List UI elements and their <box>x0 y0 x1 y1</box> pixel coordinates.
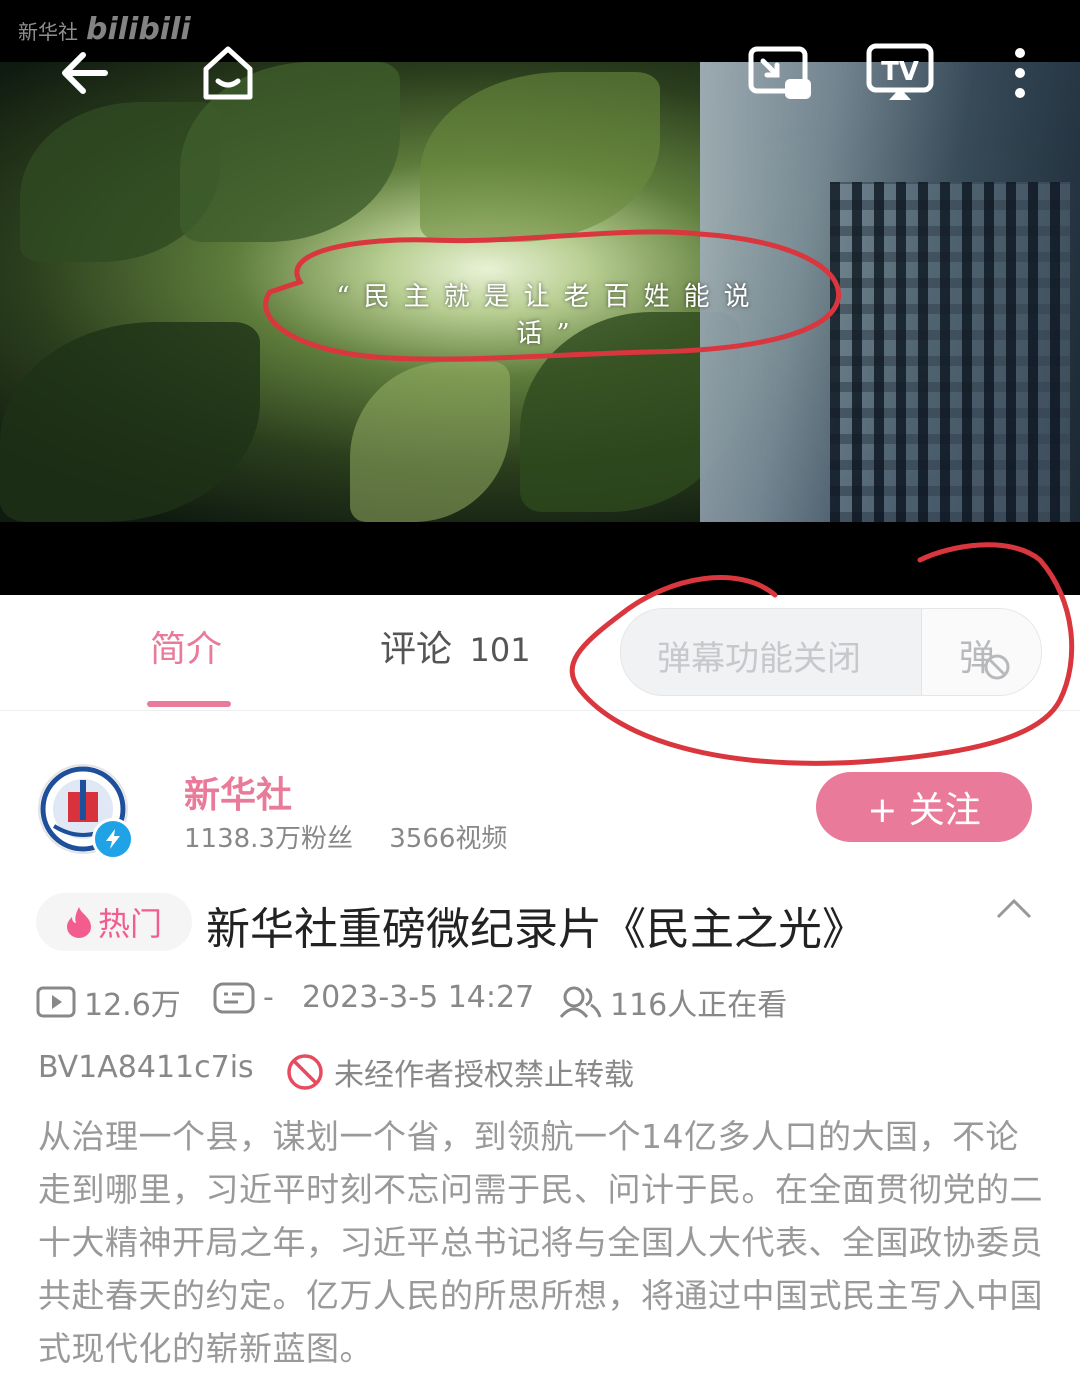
hot-badge-label: 热门 <box>97 905 162 943</box>
tab-comments-count: 101 <box>469 631 531 669</box>
play-count-icon <box>36 986 76 1018</box>
play-count-value: 12.6万 <box>84 988 181 1023</box>
danmaku-input[interactable]: 弹幕功能关闭 弹 <box>620 608 1042 696</box>
watching-icon <box>559 986 602 1018</box>
danmaku-off-icon <box>984 654 1010 680</box>
fans-count: 1138.3万粉丝 <box>184 824 353 854</box>
tab-indicator <box>147 701 231 707</box>
copyright-text: 未经作者授权禁止转载 <box>334 1058 634 1093</box>
verified-icon <box>92 818 134 860</box>
video-player[interactable]: “民主就是让老百姓能说话” 新华社 bilibili TV <box>0 0 1080 595</box>
uploader-name[interactable]: 新华社 <box>184 766 292 818</box>
play-count: 12.6万 <box>36 980 181 1024</box>
danmaku-count: - <box>213 980 274 1015</box>
hot-badge[interactable]: 热门 <box>36 893 192 951</box>
danmaku-count-value: - <box>263 980 274 1015</box>
danmaku-divider <box>921 609 922 695</box>
watching-count: 116人正在看 <box>558 980 787 1024</box>
fire-icon <box>66 907 91 938</box>
copyright-notice: 未经作者授权禁止转载 <box>286 1050 634 1094</box>
chevron-up-icon[interactable] <box>994 895 1034 925</box>
follow-button[interactable]: + 关注 <box>816 772 1032 842</box>
watching-count-value: 116人正在看 <box>610 988 788 1023</box>
home-icon[interactable] <box>193 38 263 108</box>
video-subtitle: “民主就是让老百姓能说话” <box>336 282 764 349</box>
back-arrow-icon[interactable] <box>50 38 120 108</box>
forbid-icon <box>287 1054 323 1090</box>
uploader-stats: 1138.3万粉丝 3566视频 <box>184 818 507 855</box>
video-description: 从治理一个县，谋划一个省，到领航一个14亿多人口的大国，不论走到哪里，习近平时刻… <box>38 1117 1043 1368</box>
pip-icon[interactable] <box>745 38 815 108</box>
tab-comments[interactable]: 评论 101 <box>380 620 531 672</box>
danmaku-placeholder: 弹幕功能关闭 <box>657 639 861 679</box>
svg-text:TV: TV <box>881 57 919 87</box>
tv-cast-icon[interactable]: TV <box>865 38 935 108</box>
follow-button-label: + 关注 <box>867 790 981 831</box>
danmaku-toggle[interactable]: 弹 <box>921 609 1041 695</box>
publish-date: 2023-3-5 14:27 <box>302 980 535 1015</box>
tab-comments-label: 评论 <box>380 629 453 670</box>
more-icon[interactable] <box>985 38 1055 108</box>
bvid[interactable]: BV1A8411c7is <box>38 1050 254 1085</box>
video-title: 新华社重磅微纪录片《民主之光》 <box>206 904 866 955</box>
tab-intro[interactable]: 简介 <box>150 620 222 672</box>
danmaku-count-icon <box>213 982 255 1013</box>
video-count: 3566视频 <box>389 824 508 854</box>
